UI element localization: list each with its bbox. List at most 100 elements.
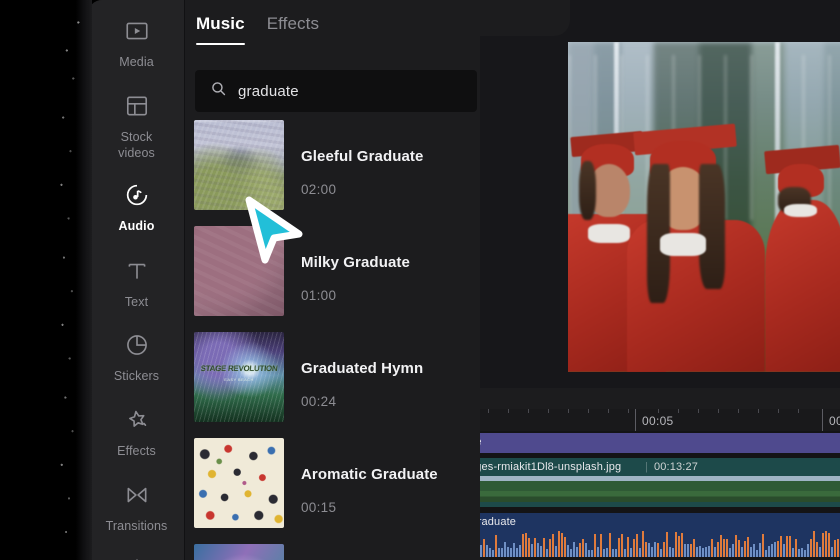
waveform-bar [594, 534, 596, 557]
table-row[interactable]: Graduate [480, 513, 840, 557]
timeline-ruler[interactable]: 00:05 00:1 [480, 409, 840, 431]
waveform-bar [507, 547, 509, 557]
waveform-bar [546, 549, 548, 557]
waveform-bar [702, 548, 704, 557]
waveform-bar [603, 549, 605, 557]
waveform-bar [498, 548, 500, 557]
track-title: Milky Graduate [301, 254, 410, 271]
waveform-bar [690, 544, 692, 557]
waveform-bar [501, 548, 503, 557]
transitions-bowtie-icon [124, 482, 150, 513]
search-input[interactable]: graduate [195, 70, 477, 112]
tab-effects[interactable]: Effects [267, 14, 319, 45]
waveform-bar [837, 539, 839, 557]
waveform-bar [663, 542, 665, 557]
photo-person-back-gown [765, 200, 840, 372]
effects-star-icon [124, 407, 150, 438]
track-title: Aromatic Graduate [301, 466, 438, 483]
waveform-bar [519, 545, 521, 557]
waveform-bar [597, 547, 599, 557]
timeline-toolbar: Original [480, 388, 840, 409]
sidebar-item-media[interactable]: Media [88, 18, 185, 70]
waveform-bar [621, 534, 623, 557]
waveform-bar [606, 548, 608, 557]
timeline: Original [480, 388, 840, 560]
sidebar-item-stock-videos[interactable]: Stock videos [88, 93, 185, 161]
track-thumbnail [194, 226, 284, 316]
clip-label: ages-rmiakit1Dl8-unsplash.jpg [480, 461, 621, 473]
tab-music[interactable]: Music [196, 14, 245, 45]
waveform-bar [687, 544, 689, 557]
window-edge-shadow [56, 0, 92, 560]
waveform-bar [783, 544, 785, 557]
photo-person-center-hair [699, 164, 725, 289]
track-thumbnail: STAGE REVOLUTION EASY BEACH [194, 332, 284, 422]
waveform-bar [654, 542, 656, 557]
waveform-bar [531, 544, 533, 557]
video-preview-area [480, 0, 840, 388]
waveform-bar [543, 538, 545, 557]
waveform-bar [552, 534, 554, 557]
waveform-bar [756, 550, 758, 557]
waveform-bar [771, 544, 773, 557]
waveform-bar [780, 536, 782, 557]
waveform-bar [666, 532, 668, 557]
track-meta: Aromatic Graduate 00:15 [284, 438, 438, 515]
sidebar-item-label: Stickers [114, 369, 159, 384]
list-item[interactable]: STAGE REVOLUTION EASY BEACH Graduated Hy… [185, 332, 480, 438]
waveform-bar [801, 548, 803, 557]
list-item[interactable] [185, 544, 480, 560]
sidebar-item-text[interactable]: Text [88, 258, 185, 310]
search-icon [210, 80, 227, 102]
sticker-circle-icon [124, 332, 150, 363]
music-track-list[interactable]: Gleeful Graduate 02:00 Milky Graduate 01… [185, 120, 480, 560]
sidebar-item-audio[interactable]: Audio [88, 182, 185, 234]
preview-frame[interactable] [568, 42, 840, 372]
waveform-bar [591, 550, 593, 557]
waveform-bar [486, 545, 488, 557]
photo-person-left-hair [579, 161, 595, 220]
waveform-bar [741, 547, 743, 557]
panel-tabs: Music Effects [185, 0, 480, 50]
waveform-bar [504, 542, 506, 557]
preview-corner-mask [480, 0, 570, 36]
waveform-bar [672, 548, 674, 557]
table-row[interactable]: ire [480, 433, 840, 453]
photo-person-back-collar [784, 204, 817, 217]
waveform-bar [639, 548, 641, 557]
track-meta: Milky Graduate 01:00 [284, 226, 410, 303]
audio-library-panel: Music Effects graduate Gleeful Graduate [185, 0, 480, 560]
ruler-time-label: 00:05 [642, 414, 674, 428]
waveform-bar [789, 536, 791, 557]
waveform-bar [786, 536, 788, 557]
waveform-bar [483, 539, 485, 558]
list-item[interactable]: Aromatic Graduate 00:15 [185, 438, 480, 544]
waveform-bar [558, 531, 560, 557]
waveform-bar [753, 544, 755, 557]
list-item[interactable]: Milky Graduate 01:00 [185, 226, 480, 332]
app-window: Media Stock videos [88, 0, 840, 560]
waveform-bar [588, 550, 590, 557]
waveform-bar [540, 546, 542, 557]
waveform-bar [657, 543, 659, 557]
ruler-time-label: 00:1 [829, 414, 840, 428]
waveform-bar [633, 539, 635, 557]
sidebar-item-partial[interactable] [88, 556, 185, 560]
text-t-icon [124, 258, 150, 289]
sidebar-item-label-line1: Stock [121, 130, 153, 145]
sidebar-item-effects[interactable]: Effects [88, 407, 185, 459]
clip-duration: 00:13:27 [654, 461, 698, 473]
sidebar-item-label: Text [125, 295, 148, 310]
track-thumbnail [194, 438, 284, 528]
waveform-bar [510, 548, 512, 557]
waveform-bar [555, 546, 557, 557]
table-row[interactable]: ages-rmiakit1Dl8-unsplash.jpg 00:13:27 | [480, 458, 840, 507]
waveform-bar [564, 537, 566, 557]
waveform-bar [648, 543, 650, 557]
list-item[interactable]: Gleeful Graduate 02:00 [185, 120, 480, 226]
sidebar-item-transitions[interactable]: Transitions [88, 482, 185, 534]
sidebar-item-stickers[interactable]: Stickers [88, 332, 185, 384]
track-meta: Gleeful Graduate 02:00 [284, 120, 423, 197]
waveform-bar [660, 549, 662, 557]
track-thumbnail [194, 544, 284, 560]
